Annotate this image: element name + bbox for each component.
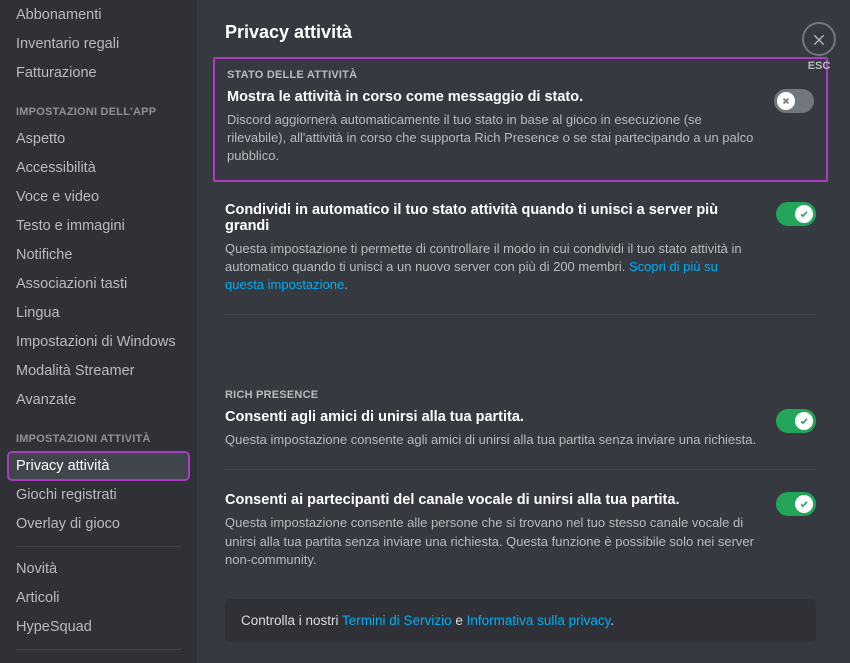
sidebar-header-app: IMPOSTAZIONI DELL'APP (8, 88, 189, 124)
section-header-rich-presence: RICH PRESENCE (225, 389, 816, 401)
close-label: ESC (802, 60, 836, 72)
toggle-autoshare[interactable] (776, 202, 816, 226)
sidebar-item-lingua[interactable]: Lingua (8, 299, 189, 327)
link-tos[interactable]: Termini di Servizio (342, 613, 452, 628)
sidebar-item-overlay[interactable]: Overlay di gioco (8, 510, 189, 538)
sidebar-item-windows[interactable]: Impostazioni di Windows (8, 328, 189, 356)
sidebar-item-privacy-attivita[interactable]: Privacy attività (8, 452, 189, 480)
setting-autoshare-desc: Questa impostazione ti permette di contr… (225, 240, 760, 295)
close-button[interactable]: ESC (802, 22, 836, 72)
sidebar-item-giochi-registrati[interactable]: Giochi registrati (8, 481, 189, 509)
legal-notice: Controlla i nostri Termini di Servizio e… (225, 599, 816, 642)
toggle-friends-join[interactable] (776, 409, 816, 433)
activity-status-highlight: STATO DELLE ATTIVITÀ Mostra le attività … (213, 57, 828, 182)
sidebar-item-notifiche[interactable]: Notifiche (8, 241, 189, 269)
sidebar-item-logout[interactable]: Esci (8, 658, 189, 663)
page-title: Privacy attività (225, 22, 816, 43)
setting-autoshare-title: Condividi in automatico il tuo stato att… (225, 202, 760, 234)
close-icon (811, 31, 827, 47)
sidebar-header-activity: IMPOSTAZIONI ATTIVITÀ (8, 415, 189, 451)
toggle-activity-status[interactable] (774, 89, 814, 113)
setting-activity-status-desc: Discord aggiornerà automaticamente il tu… (227, 111, 758, 166)
link-privacy[interactable]: Informativa sulla privacy (467, 613, 611, 628)
sidebar-item-streamer[interactable]: Modalità Streamer (8, 357, 189, 385)
sidebar-item-articoli[interactable]: Articoli (8, 584, 189, 612)
setting-friends-join-desc: Questa impostazione consente agli amici … (225, 431, 760, 449)
sidebar-item-testo-immagini[interactable]: Testo e immagini (8, 212, 189, 240)
sidebar-item-accessibilita[interactable]: Accessibilità (8, 154, 189, 182)
section-header-status: STATO DELLE ATTIVITÀ (227, 69, 814, 81)
sidebar-item-fatturazione[interactable]: Fatturazione (8, 59, 189, 87)
sidebar-divider (16, 546, 181, 547)
main-content: ESC Privacy attività STATO DELLE ATTIVIT… (197, 0, 850, 663)
sidebar-divider (16, 649, 181, 650)
sidebar-item-novita[interactable]: Novità (8, 555, 189, 583)
sidebar-item-aspetto[interactable]: Aspetto (8, 125, 189, 153)
setting-activity-status-title: Mostra le attività in corso come messagg… (227, 89, 758, 105)
settings-sidebar: Abbonamenti Inventario regali Fatturazio… (0, 0, 197, 663)
sidebar-item-avanzate[interactable]: Avanzate (8, 386, 189, 414)
setting-friends-join-title: Consenti agli amici di unirsi alla tua p… (225, 409, 760, 425)
toggle-voice-join[interactable] (776, 492, 816, 516)
sidebar-item-associazioni-tasti[interactable]: Associazioni tasti (8, 270, 189, 298)
sidebar-item-abbonamenti[interactable]: Abbonamenti (8, 1, 189, 29)
sidebar-item-voce-video[interactable]: Voce e video (8, 183, 189, 211)
setting-voice-join-desc: Questa impostazione consente alle person… (225, 514, 760, 569)
setting-voice-join-title: Consenti ai partecipanti del canale voca… (225, 492, 760, 508)
sidebar-item-inventario-regali[interactable]: Inventario regali (8, 30, 189, 58)
sidebar-item-hypesquad[interactable]: HypeSquad (8, 613, 189, 641)
